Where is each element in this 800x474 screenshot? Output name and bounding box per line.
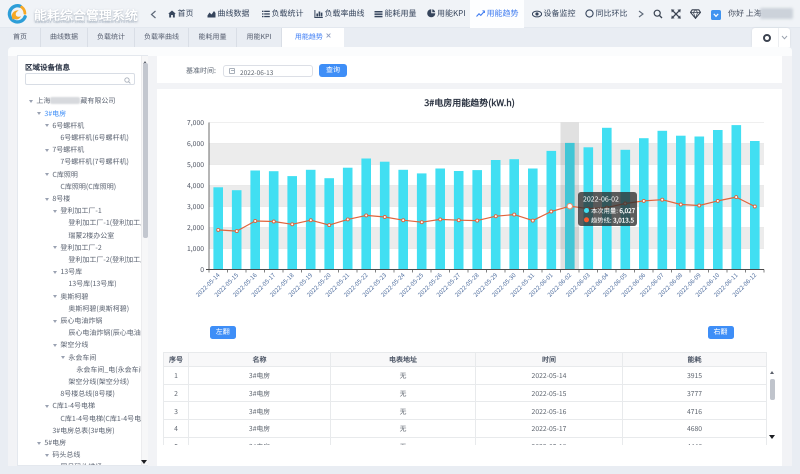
svg-text:5,000: 5,000 [187, 159, 204, 169]
svg-text:2022-06-02: 2022-06-02 [583, 195, 619, 205]
svg-text:趋势线: 3,013.5: 趋势线: 3,013.5 [591, 215, 635, 224]
svg-text:本次用量: 6,027: 本次用量: 6,027 [591, 206, 636, 215]
svg-text:0: 0 [200, 264, 204, 274]
svg-text:2,000: 2,000 [187, 222, 204, 232]
svg-text:7,000: 7,000 [187, 117, 204, 127]
svg-text:6,000: 6,000 [187, 138, 204, 148]
svg-text:1,000: 1,000 [187, 243, 204, 253]
svg-text:3,000: 3,000 [187, 201, 204, 211]
svg-text:4,000: 4,000 [187, 180, 204, 190]
